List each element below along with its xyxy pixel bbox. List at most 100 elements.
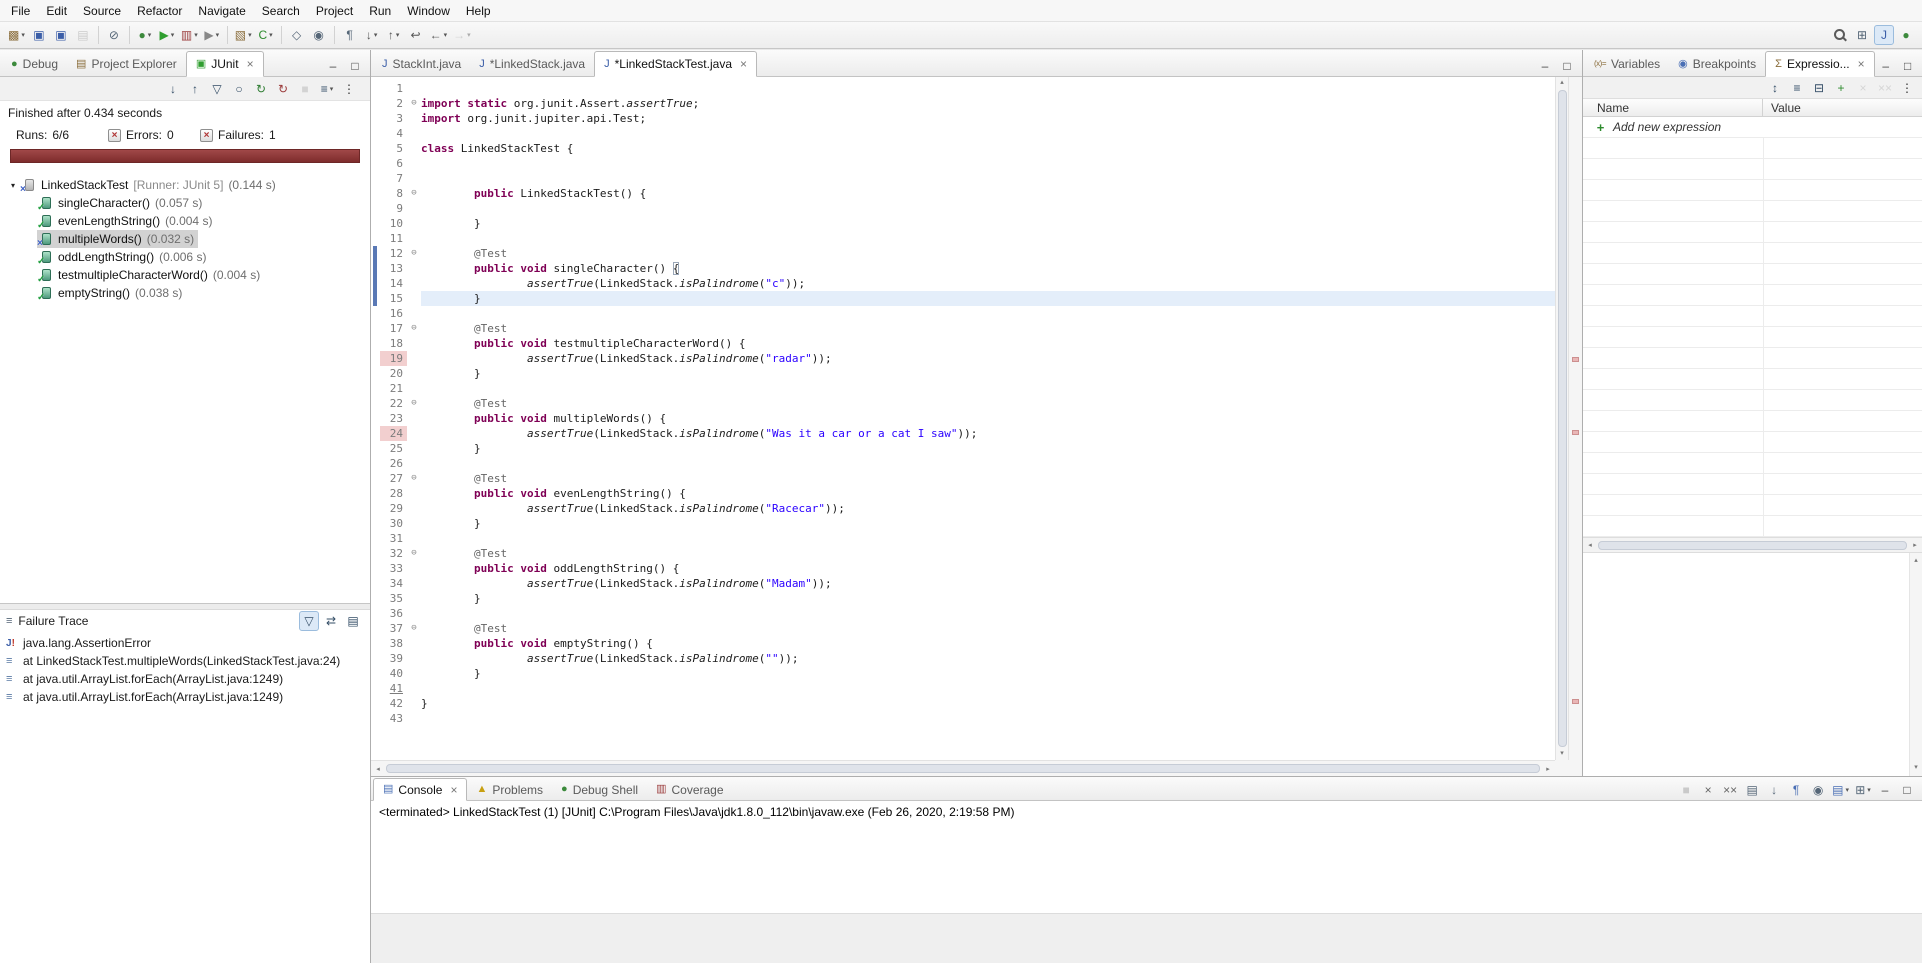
rerun-failed-first-button[interactable]: ↻	[273, 79, 293, 99]
editor-horizontal-scrollbar[interactable]: ◂ ▸	[371, 760, 1555, 776]
annotation-ruler-cell[interactable]	[371, 636, 380, 651]
back-button[interactable]: ← ▾	[428, 25, 450, 45]
fold-collapse-icon[interactable]: ⊖	[407, 471, 421, 486]
code-line-text[interactable]: }	[421, 291, 1555, 306]
tab-coverage[interactable]: ▥ Coverage	[647, 779, 732, 800]
code-line-text[interactable]	[421, 126, 1555, 141]
code-line-text[interactable]: }	[421, 366, 1555, 381]
menu-item-search[interactable]: Search	[254, 1, 308, 21]
expression-detail-pane[interactable]: ▴ ▾	[1583, 553, 1922, 776]
open-type-button[interactable]: ◇	[287, 25, 307, 45]
annotation-ruler-cell[interactable]	[371, 231, 380, 246]
fold-collapse-icon[interactable]: ⊖	[407, 621, 421, 636]
menu-item-window[interactable]: Window	[399, 1, 458, 21]
fold-collapse-icon[interactable]: ⊖	[407, 546, 421, 561]
menu-item-edit[interactable]: Edit	[38, 1, 75, 21]
editor-overview-ruler[interactable]	[1568, 77, 1582, 760]
code-line-text[interactable]: assertTrue(LinkedStack.isPalindrome("rad…	[421, 351, 1555, 366]
failure-trace-item[interactable]: J! java.lang.AssertionError	[0, 634, 370, 652]
annotation-ruler-cell[interactable]	[371, 366, 380, 381]
show-logical-structure-toggle[interactable]: ≡	[1787, 78, 1807, 98]
minimize-view-button[interactable]: –	[1876, 56, 1896, 76]
code-line-text[interactable]	[421, 681, 1555, 696]
code-line-text[interactable]	[421, 381, 1555, 396]
code-line-text[interactable]: @Test	[421, 321, 1555, 336]
code-line-text[interactable]: }	[421, 666, 1555, 681]
code-line-text[interactable]	[421, 456, 1555, 471]
code-line-text[interactable]: assertTrue(LinkedStack.isPalindrome("Was…	[421, 426, 1555, 441]
annotation-ruler-cell[interactable]	[371, 81, 380, 96]
scroll-down-icon[interactable]: ▾	[1914, 762, 1918, 774]
previous-annotation-button[interactable]: ↑ ▾	[384, 25, 404, 45]
java-perspective-button[interactable]: J	[1874, 25, 1894, 45]
external-tools-button[interactable]: ▶ ▾	[202, 25, 222, 45]
annotation-ruler-cell[interactable]	[371, 351, 380, 366]
annotation-ruler-cell[interactable]	[371, 501, 380, 516]
tab-stackint-java[interactable]: J StackInt.java	[373, 52, 470, 76]
scroll-up-icon[interactable]: ▴	[1560, 77, 1564, 89]
annotation-ruler-cell[interactable]	[371, 651, 380, 666]
annotation-ruler-cell[interactable]	[371, 276, 380, 291]
code-line-text[interactable]: assertTrue(LinkedStack.isPalindrome(""))…	[421, 651, 1555, 666]
skip-all-breakpoints-button[interactable]: ⊘	[104, 25, 124, 45]
run-button[interactable]: ▶ ▾	[157, 25, 177, 45]
code-line-text[interactable]: @Test	[421, 471, 1555, 486]
maximize-view-button[interactable]: □	[1898, 56, 1918, 76]
column-header-value[interactable]: Value	[1763, 101, 1801, 115]
vertical-scrollbar-thumb[interactable]	[1557, 90, 1567, 747]
annotation-ruler-cell[interactable]	[371, 141, 380, 156]
new-wizard-button[interactable]: ▩ ▾	[6, 25, 27, 45]
scroll-left-icon[interactable]: ◂	[371, 765, 385, 773]
add-new-expression-row[interactable]: + Add new expression	[1583, 117, 1922, 138]
annotation-ruler-cell[interactable]	[371, 471, 380, 486]
maximize-view-button[interactable]: □	[1897, 780, 1917, 800]
show-type-names-toggle[interactable]: ↕	[1765, 78, 1785, 98]
failure-trace-item[interactable]: ≡ at java.util.ArrayList.forEach(ArrayLis…	[0, 688, 370, 706]
save-button[interactable]: ▣	[29, 25, 49, 45]
annotation-ruler-cell[interactable]	[371, 216, 380, 231]
annotation-ruler-cell[interactable]	[371, 696, 380, 711]
open-console-button[interactable]: ⊞ ▾	[1853, 780, 1873, 800]
debug-perspective-button[interactable]: ●	[1896, 25, 1916, 45]
expressions-horizontal-scrollbar[interactable]: ◂ ▸	[1583, 537, 1922, 553]
menu-item-run[interactable]: Run	[361, 1, 399, 21]
close-tab-icon[interactable]: ×	[740, 58, 747, 70]
coverage-button[interactable]: ▥ ▾	[179, 25, 200, 45]
annotation-ruler-cell[interactable]	[371, 531, 380, 546]
annotation-ruler-cell[interactable]	[371, 396, 380, 411]
previous-failed-test-button[interactable]: ↑	[185, 79, 205, 99]
annotation-ruler-cell[interactable]	[371, 111, 380, 126]
annotation-ruler-cell[interactable]	[371, 291, 380, 306]
code-line-text[interactable]: }	[421, 591, 1555, 606]
change-marker[interactable]	[1572, 699, 1579, 704]
fold-collapse-icon[interactable]: ⊖	[407, 186, 421, 201]
last-edit-location-button[interactable]: ↩	[406, 25, 426, 45]
annotation-ruler-cell[interactable]	[371, 516, 380, 531]
minimize-view-button[interactable]: –	[1535, 56, 1555, 76]
scroll-right-icon[interactable]: ▸	[1908, 541, 1922, 549]
menu-item-refactor[interactable]: Refactor	[129, 1, 190, 21]
annotation-ruler-cell[interactable]	[371, 261, 380, 276]
code-line-text[interactable]: @Test	[421, 396, 1555, 411]
code-line-text[interactable]: @Test	[421, 621, 1555, 636]
search-icon[interactable]	[1830, 25, 1850, 45]
code-line-text[interactable]	[421, 606, 1555, 621]
code-line-text[interactable]: public void multipleWords() {	[421, 411, 1555, 426]
scroll-lock-toggle[interactable]: ↓	[1764, 780, 1784, 800]
annotation-ruler-cell[interactable]	[371, 96, 380, 111]
menu-item-navigate[interactable]: Navigate	[190, 1, 253, 21]
annotation-ruler-cell[interactable]	[371, 426, 380, 441]
junit-test-item[interactable]: × multipleWords() (0.032 s)	[0, 230, 370, 248]
code-line-text[interactable]: public void oddLengthString() {	[421, 561, 1555, 576]
tab-expressions[interactable]: Σ Expressio... ×	[1765, 51, 1875, 77]
annotation-ruler-cell[interactable]	[371, 186, 380, 201]
code-line-text[interactable]	[421, 306, 1555, 321]
code-line-text[interactable]	[421, 171, 1555, 186]
expressions-table-body[interactable]	[1583, 138, 1922, 537]
debug-button[interactable]: ● ▾	[135, 25, 155, 45]
code-line-text[interactable]: }	[421, 441, 1555, 456]
annotation-ruler-cell[interactable]	[371, 561, 380, 576]
failure-trace-sash[interactable]	[0, 603, 370, 610]
annotation-ruler-cell[interactable]	[371, 591, 380, 606]
filter-stack-trace-toggle[interactable]: ▽	[299, 610, 319, 631]
